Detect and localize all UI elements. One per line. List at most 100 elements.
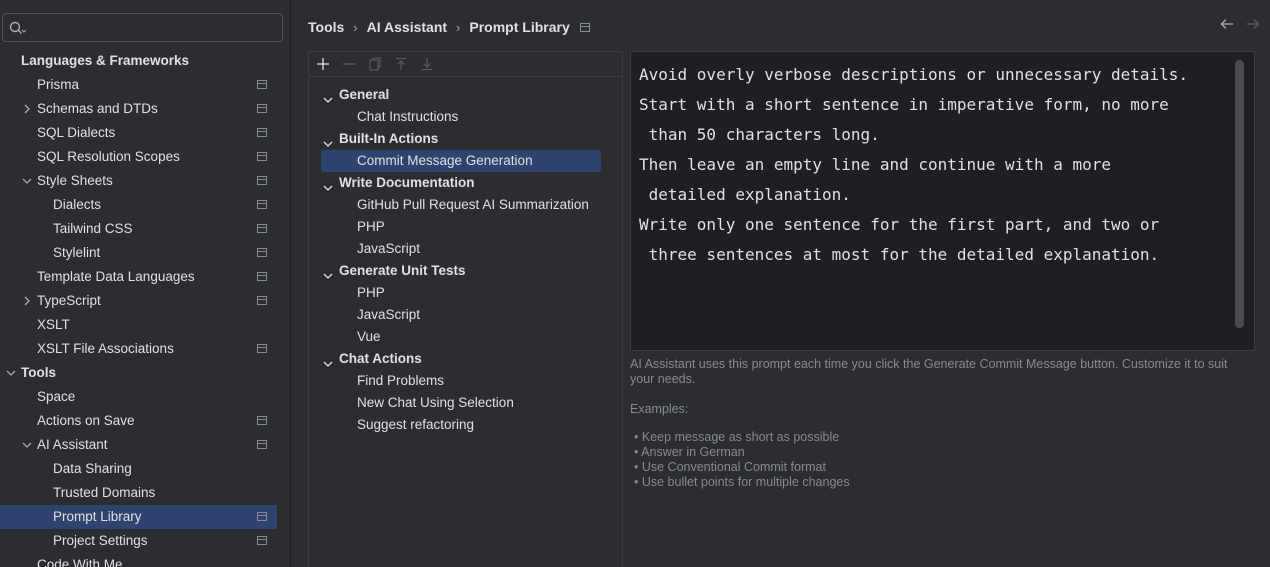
sidebar-item-label: Project Settings [53, 533, 148, 548]
examples-label: Examples: [630, 402, 689, 416]
prompt-group-general[interactable]: General [309, 84, 622, 106]
prompt-group-label: Built-In Actions [339, 131, 439, 146]
breadcrumb-separator: › [353, 19, 358, 35]
prompt-item-label: Suggest refactoring [357, 417, 475, 432]
project-scope-icon [257, 416, 267, 425]
prompt-item-new-chat-using-selection[interactable]: New Chat Using Selection [309, 392, 622, 414]
sidebar-item-label: Style Sheets [37, 173, 113, 188]
breadcrumb-item-prompt-library: Prompt Library [469, 19, 570, 35]
copy-icon[interactable] [367, 56, 383, 72]
sidebar-item-stylelint[interactable]: Stylelint [0, 241, 291, 265]
sidebar-item-actions-on-save[interactable]: Actions on Save [0, 409, 291, 433]
sidebar-item-xslt-file-associations[interactable]: XSLT File Associations [0, 337, 291, 361]
prompt-item-javascript[interactable]: JavaScript [309, 238, 622, 260]
sidebar-item-tools[interactable]: Tools [0, 361, 291, 385]
move-down-icon[interactable] [419, 56, 435, 72]
chevron-down-icon[interactable] [5, 361, 17, 385]
search-input[interactable] [2, 13, 283, 42]
prompt-item-chat-instructions[interactable]: Chat Instructions [309, 106, 622, 128]
settings-sidebar: Languages & Frameworks Prisma Schemas and … [0, 0, 291, 567]
sidebar-item-space[interactable]: Space [0, 385, 291, 409]
sidebar-item-schemas-and-dtds[interactable]: Schemas and DTDs [0, 97, 291, 121]
sidebar-item-style-sheets[interactable]: Style Sheets [0, 169, 291, 193]
sidebar-item-label: Tools [21, 365, 56, 380]
prompt-group-built-in-actions[interactable]: Built-In Actions [309, 128, 622, 150]
project-scope-icon [257, 248, 267, 257]
editor-line: Start with a short sentence in imperativ… [639, 95, 1169, 114]
sidebar-item-label: Prompt Library [53, 509, 142, 524]
sidebar-item-code-with-me[interactable]: Code With Me [0, 553, 291, 567]
settings-tree: Languages & Frameworks Prisma Schemas and … [0, 49, 291, 567]
sidebar-item-languages-frameworks[interactable]: Languages & Frameworks [0, 49, 291, 73]
prompt-item-suggest-refactoring[interactable]: Suggest refactoring [309, 414, 622, 436]
sidebar-item-trusted-domains[interactable]: Trusted Domains [0, 481, 291, 505]
sidebar-item-template-data-languages[interactable]: Template Data Languages [0, 265, 291, 289]
prompt-item-find-problems[interactable]: Find Problems [309, 370, 622, 392]
sidebar-item-xslt[interactable]: XSLT [0, 313, 291, 337]
prompt-group-label: Chat Actions [339, 351, 422, 366]
prompt-item-vue[interactable]: Vue [309, 326, 622, 348]
sidebar-item-label: XSLT File Associations [37, 341, 174, 356]
chevron-down-icon[interactable] [21, 169, 33, 193]
sidebar-item-data-sharing[interactable]: Data Sharing [0, 457, 291, 481]
prompt-group-label: Write Documentation [339, 175, 475, 190]
sidebar-item-label: AI Assistant [37, 437, 108, 452]
sidebar-item-project-settings[interactable]: Project Settings [0, 529, 291, 553]
sidebar-item-tailwind-css[interactable]: Tailwind CSS [0, 217, 291, 241]
prompt-item-php[interactable]: PHP [309, 216, 622, 238]
sidebar-item-label: Prisma [37, 77, 80, 92]
editor-line: three sentences at most for the detailed… [639, 245, 1160, 264]
project-scope-icon [257, 128, 267, 137]
chevron-right-icon[interactable] [21, 97, 33, 121]
sidebar-item-label: Data Sharing [53, 461, 132, 476]
prompt-text[interactable]: Avoid overly verbose descriptions or unn… [639, 60, 1229, 270]
chevron-down-icon[interactable] [21, 433, 33, 457]
sidebar-item-ai-assistant[interactable]: AI Assistant [0, 433, 291, 457]
sidebar-item-dialects[interactable]: Dialects [0, 193, 291, 217]
prompt-group-write-documentation[interactable]: Write Documentation [309, 172, 622, 194]
sidebar-item-label: Trusted Domains [53, 485, 156, 500]
project-scope-icon [257, 536, 267, 545]
editor-line: Avoid overly verbose descriptions or unn… [639, 65, 1189, 84]
project-scope-icon [257, 440, 267, 449]
project-scope-icon [257, 224, 267, 233]
sidebar-item-prompt-library[interactable]: Prompt Library [0, 505, 277, 529]
back-arrow-icon[interactable] [1220, 18, 1234, 30]
prompt-group-chat-actions[interactable]: Chat Actions [309, 348, 622, 370]
sidebar-item-prisma[interactable]: Prisma [0, 73, 291, 97]
prompt-editor[interactable]: Avoid overly verbose descriptions or unn… [630, 51, 1255, 351]
prompt-item-label: Chat Instructions [357, 109, 459, 124]
breadcrumb-item-ai-assistant[interactable]: AI Assistant [367, 19, 447, 35]
editor-line: than 50 characters long. [639, 125, 880, 144]
prompt-item-label: New Chat Using Selection [357, 395, 514, 410]
forward-arrow-icon[interactable] [1246, 18, 1260, 30]
sidebar-item-label: SQL Resolution Scopes [37, 149, 180, 164]
project-scope-icon [257, 80, 267, 89]
sidebar-item-label: Space [37, 389, 76, 404]
project-scope-icon [257, 344, 267, 353]
breadcrumb-item-tools[interactable]: Tools [308, 19, 344, 35]
prompt-item-commit-message-generation[interactable]: Commit Message Generation [309, 150, 622, 172]
prompt-item-label: JavaScript [357, 241, 421, 256]
prompt-tree: General Chat Instructions Built-In Actions… [309, 84, 622, 436]
chevron-right-icon[interactable] [21, 289, 33, 313]
add-icon[interactable] [315, 56, 331, 72]
editor-scrollbar[interactable] [1235, 60, 1244, 328]
prompt-toolbar [309, 52, 622, 77]
sidebar-item-sql-resolution-scopes[interactable]: SQL Resolution Scopes [0, 145, 291, 169]
prompt-item-label: Commit Message Generation [357, 153, 533, 168]
sidebar-item-label: Stylelint [53, 245, 101, 260]
prompt-item-github-pull-request-ai-summarization[interactable]: GitHub Pull Request AI Summarization [309, 194, 622, 216]
project-scope-icon [257, 104, 267, 113]
prompt-item-label: Vue [357, 329, 381, 344]
prompt-group-label: Generate Unit Tests [339, 263, 466, 278]
move-up-icon[interactable] [393, 56, 409, 72]
example-item: • Use bullet points for multiple changes [634, 475, 850, 489]
project-scope-icon [257, 512, 267, 521]
prompt-group-generate-unit-tests[interactable]: Generate Unit Tests [309, 260, 622, 282]
sidebar-item-sql-dialects[interactable]: SQL Dialects [0, 121, 291, 145]
sidebar-item-typescript[interactable]: TypeScript [0, 289, 291, 313]
prompt-item-javascript[interactable]: JavaScript [309, 304, 622, 326]
remove-icon[interactable] [341, 56, 357, 72]
prompt-item-php[interactable]: PHP [309, 282, 622, 304]
